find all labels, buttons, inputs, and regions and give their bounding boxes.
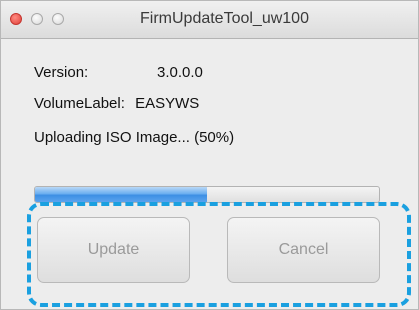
app-window: FirmUpdateTool_uw100 Version: 3.0.0.0 Vo… (0, 0, 419, 310)
upload-progress-fill (35, 187, 207, 202)
volume-value: EASYWS (135, 95, 200, 112)
volume-label: VolumeLabel: (34, 95, 125, 112)
title-bar: FirmUpdateTool_uw100 (1, 1, 418, 39)
window-title: FirmUpdateTool_uw100 (140, 10, 309, 27)
update-button[interactable]: Update (37, 217, 190, 283)
cancel-button[interactable]: Cancel (227, 217, 380, 283)
status-text: Uploading ISO Image... (50%) (34, 129, 235, 146)
volume-label-row: VolumeLabel: EASYWS (34, 95, 199, 112)
dialog-content: Version: 3.0.0.0 VolumeLabel: EASYWS Upl… (1, 39, 418, 309)
version-value: 3.0.0.0 (157, 64, 203, 81)
upload-progress-bar (34, 186, 380, 203)
version-label: Version: (34, 64, 89, 81)
